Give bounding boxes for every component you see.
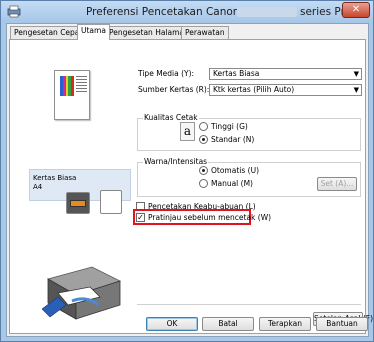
paper-sheet-icon (100, 190, 122, 214)
page-preview (54, 70, 90, 120)
print-quality-title: Kualitas Cetak (143, 113, 199, 122)
cancel-button[interactable]: Batal (202, 317, 254, 331)
media-type-label: Tipe Media (Y): (138, 69, 195, 78)
tab-quick-setup[interactable]: Pengesetan Cepat (10, 26, 87, 39)
preview-label: Pratinjau sebelum mencetak (W) (148, 213, 272, 222)
printer-illustration (42, 266, 122, 320)
media-type-select[interactable]: Kertas Biasa ▼ (209, 68, 362, 80)
quality-high-label: Tinggi (G) (211, 122, 248, 131)
dialog-client-area: Pengesetan Cepat Utama Pengesetan Halama… (6, 23, 373, 337)
color-manual-label: Manual (M) (211, 179, 253, 188)
quality-a-icon: a (180, 122, 195, 141)
chevron-down-icon: ▼ (353, 86, 359, 94)
printer-app-icon (7, 5, 21, 18)
quality-standard-label: Standar (N) (211, 135, 255, 144)
quality-standard-radio[interactable] (199, 135, 208, 144)
color-bars-graphic (60, 76, 74, 96)
close-button[interactable]: ✕ (342, 2, 370, 18)
chevron-down-icon: ▼ (353, 70, 359, 78)
paper-source-value: Ktk kertas (Pilih Auto) (213, 85, 295, 94)
paper-source-label: Sumber Kertas (R): (138, 85, 210, 94)
tab-main[interactable]: Utama (77, 24, 110, 40)
color-intensity-title: Warna/Intensitas (143, 157, 209, 166)
printer-output-icon (66, 192, 90, 214)
title-bar[interactable]: Preferensi Pencetakan Canon series Print… (1, 1, 373, 23)
color-set-button[interactable]: Set (A)... (317, 177, 357, 191)
quality-high-radio[interactable] (199, 122, 208, 131)
text-lines-graphic (76, 76, 87, 94)
color-auto-radio[interactable] (199, 166, 208, 175)
window-title-prefix: Preferensi Pencetakan Canon (86, 6, 240, 18)
media-type-value: Kertas Biasa (213, 69, 260, 78)
tab-page-setup[interactable]: Pengesetan Halaman (105, 26, 193, 39)
apply-button[interactable]: Terapkan (259, 317, 311, 331)
separator-line (137, 304, 361, 305)
dialog-window: Preferensi Pencetakan Canon series Print… (0, 0, 374, 342)
tab-maintenance[interactable]: Perawatan (181, 26, 229, 39)
paper-source-select[interactable]: Ktk kertas (Pilih Auto) ▼ (209, 84, 362, 96)
help-button[interactable]: Bantuan (316, 317, 368, 331)
color-auto-label: Otomatis (U) (211, 166, 259, 175)
color-manual-radio[interactable] (199, 179, 208, 188)
ok-button[interactable]: OK (146, 317, 198, 331)
main-tab-panel: Kertas Biasa A4 Tipe Media (Y): Kertas B… (9, 39, 373, 334)
media-name: Kertas Biasa (33, 174, 77, 182)
redacted-model-name (237, 7, 297, 17)
preview-checkbox[interactable]: ✓ (136, 213, 145, 222)
